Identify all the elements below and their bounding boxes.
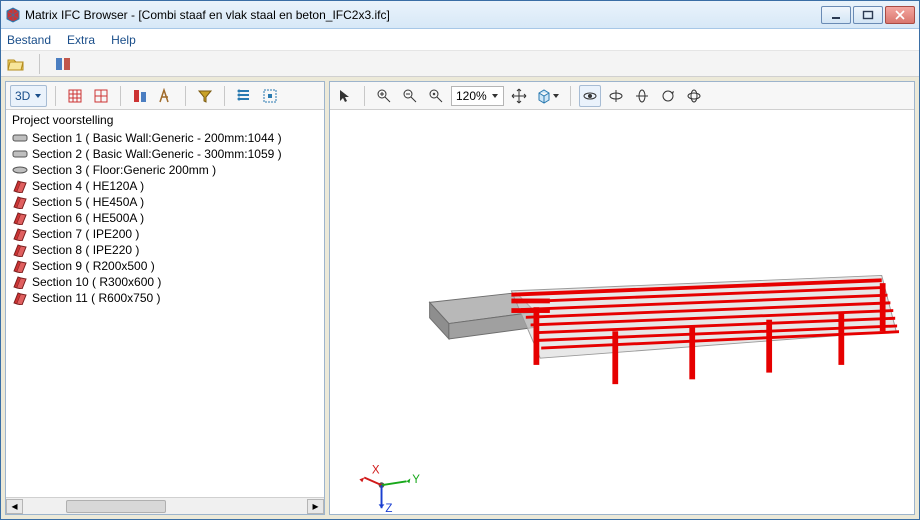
rotate-z-icon[interactable] bbox=[657, 85, 679, 107]
menubar: Bestand Extra Help bbox=[1, 29, 919, 51]
app-window: Matrix IFC Browser - [Combi staaf en vla… bbox=[0, 0, 920, 520]
titlebar: Matrix IFC Browser - [Combi staaf en vla… bbox=[1, 1, 919, 29]
tree-item-label: Section 5 ( HE450A ) bbox=[32, 195, 144, 209]
tree-item-label: Section 1 ( Basic Wall:Generic - 200mm:1… bbox=[32, 131, 282, 145]
tree-panel: 3D Project voorstelling Section 1 ( Basi… bbox=[5, 81, 325, 515]
tree-item[interactable]: Section 9 ( R200x500 ) bbox=[6, 258, 324, 274]
beam-icon bbox=[12, 211, 28, 225]
rotate-free-icon[interactable] bbox=[683, 85, 705, 107]
tool-a-icon[interactable] bbox=[129, 85, 151, 107]
menu-bestand[interactable]: Bestand bbox=[7, 33, 51, 47]
tree-item[interactable]: Section 11 ( R600x750 ) bbox=[6, 290, 324, 306]
tree-item-label: Section 3 ( Floor:Generic 200mm ) bbox=[32, 163, 216, 177]
bounds-icon[interactable] bbox=[259, 85, 281, 107]
tree-item[interactable]: Section 8 ( IPE220 ) bbox=[6, 242, 324, 258]
app-icon bbox=[5, 7, 21, 23]
levels-icon[interactable] bbox=[233, 85, 255, 107]
beam-icon bbox=[12, 195, 28, 209]
viewer-toolbar: 120% bbox=[330, 82, 914, 110]
rotate-x-icon[interactable] bbox=[605, 85, 627, 107]
floor-icon bbox=[12, 163, 28, 177]
grid-a-icon[interactable] bbox=[64, 85, 86, 107]
zoom-out-icon[interactable] bbox=[399, 85, 421, 107]
window-controls bbox=[821, 6, 915, 24]
display-options-icon[interactable] bbox=[54, 55, 72, 73]
tree-item-label: Section 11 ( R600x750 ) bbox=[32, 291, 161, 305]
menu-help[interactable]: Help bbox=[111, 33, 136, 47]
beam-icon bbox=[12, 227, 28, 241]
pointer-icon[interactable] bbox=[334, 85, 356, 107]
tree-item-label: Section 6 ( HE500A ) bbox=[32, 211, 144, 225]
tree-item[interactable]: Section 3 ( Floor:Generic 200mm ) bbox=[6, 162, 324, 178]
wall-icon bbox=[12, 147, 28, 161]
scroll-right-arrow[interactable]: ▸ bbox=[307, 499, 324, 514]
beam-icon bbox=[12, 259, 28, 273]
tree-item-label: Section 4 ( HE120A ) bbox=[32, 179, 144, 193]
svg-text:Y: Y bbox=[412, 474, 420, 486]
minimize-button[interactable] bbox=[821, 6, 851, 24]
tree-item-label: Section 7 ( IPE200 ) bbox=[32, 227, 139, 241]
maximize-button[interactable] bbox=[853, 6, 883, 24]
menu-extra[interactable]: Extra bbox=[67, 33, 95, 47]
scroll-left-arrow[interactable]: ◂ bbox=[6, 499, 23, 514]
3d-viewport[interactable]: X Y Z bbox=[330, 110, 914, 514]
orbit-icon[interactable] bbox=[579, 85, 601, 107]
window-title: Matrix IFC Browser - [Combi staaf en vla… bbox=[25, 8, 821, 22]
toolbar-separator bbox=[39, 54, 40, 74]
tree-header: Project voorstelling bbox=[6, 110, 324, 130]
zoom-fit-icon[interactable] bbox=[425, 85, 447, 107]
svg-text:X: X bbox=[372, 465, 380, 477]
tree-item[interactable]: Section 1 ( Basic Wall:Generic - 200mm:1… bbox=[6, 130, 324, 146]
tree-item[interactable]: Section 5 ( HE450A ) bbox=[6, 194, 324, 210]
main-toolbar bbox=[1, 51, 919, 77]
view-cube-icon[interactable] bbox=[534, 85, 562, 107]
tree-item-label: Section 9 ( R200x500 ) bbox=[32, 259, 155, 273]
beam-icon bbox=[12, 275, 28, 289]
tool-b-icon[interactable] bbox=[155, 85, 177, 107]
viewer-panel: 120% bbox=[329, 81, 915, 515]
tree-item[interactable]: Section 2 ( Basic Wall:Generic - 300mm:1… bbox=[6, 146, 324, 162]
view-3d-button[interactable]: 3D bbox=[10, 85, 47, 107]
beam-icon bbox=[12, 179, 28, 193]
tree-view[interactable]: Project voorstelling Section 1 ( Basic W… bbox=[6, 110, 324, 497]
zoom-in-icon[interactable] bbox=[373, 85, 395, 107]
beam-icon bbox=[12, 243, 28, 257]
tree-item[interactable]: Section 10 ( R300x600 ) bbox=[6, 274, 324, 290]
pan-icon[interactable] bbox=[508, 85, 530, 107]
rotate-y-icon[interactable] bbox=[631, 85, 653, 107]
client-area: 3D Project voorstelling Section 1 ( Basi… bbox=[1, 77, 919, 519]
beam-icon bbox=[12, 291, 28, 305]
horizontal-scrollbar[interactable]: ◂ ▸ bbox=[6, 497, 324, 514]
model-render: X Y Z bbox=[330, 110, 914, 514]
axis-triad: X Y Z bbox=[359, 465, 420, 514]
open-file-icon[interactable] bbox=[7, 55, 25, 73]
tree-toolbar: 3D bbox=[6, 82, 324, 110]
tree-item[interactable]: Section 7 ( IPE200 ) bbox=[6, 226, 324, 242]
zoom-level-combo[interactable]: 120% bbox=[451, 86, 504, 106]
tree-item[interactable]: Section 6 ( HE500A ) bbox=[6, 210, 324, 226]
tree-item-label: Section 10 ( R300x600 ) bbox=[32, 275, 161, 289]
filter-icon[interactable] bbox=[194, 85, 216, 107]
grid-b-icon[interactable] bbox=[90, 85, 112, 107]
close-button[interactable] bbox=[885, 6, 915, 24]
wall-icon bbox=[12, 131, 28, 145]
tree-item-label: Section 8 ( IPE220 ) bbox=[32, 243, 139, 257]
tree-item[interactable]: Section 4 ( HE120A ) bbox=[6, 178, 324, 194]
tree-item-label: Section 2 ( Basic Wall:Generic - 300mm:1… bbox=[32, 147, 282, 161]
svg-text:Z: Z bbox=[385, 503, 392, 514]
scroll-thumb[interactable] bbox=[66, 500, 166, 513]
